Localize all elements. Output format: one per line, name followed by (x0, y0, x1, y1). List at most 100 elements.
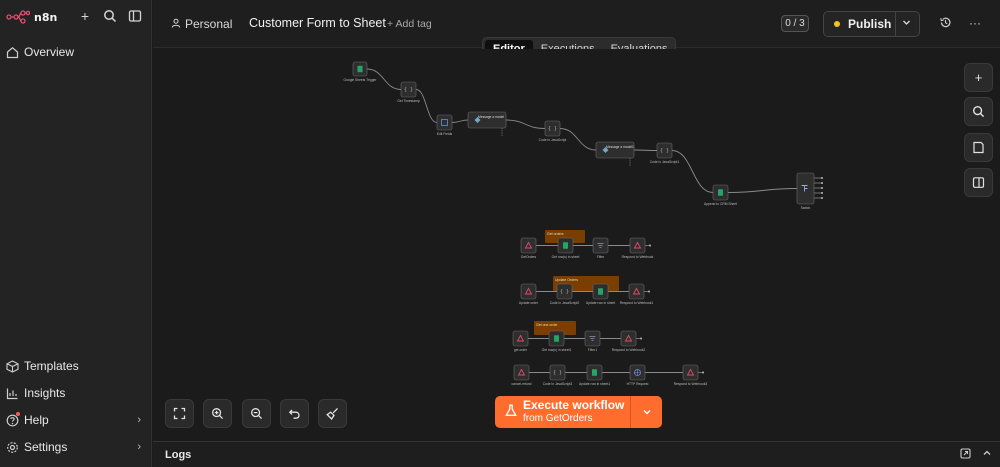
sidebar-item-overview[interactable]: Overview (5, 45, 145, 59)
workflow-node[interactable]: Google Sheets Trigger (344, 61, 378, 82)
sticky-title: Get one order (536, 323, 558, 327)
sheets-icon (554, 335, 559, 342)
workflow-node[interactable]: HTTP Request (627, 364, 649, 386)
output-handle[interactable] (648, 290, 650, 293)
output-handle[interactable] (640, 337, 642, 340)
sidebar-item-label: Overview (24, 45, 75, 59)
node-label: Code in JavaScript1 (650, 160, 680, 164)
more-options-icon[interactable]: ··· (968, 16, 982, 30)
workflow-node[interactable]: { } Get Timestamp (397, 81, 420, 103)
workflow-node[interactable]: GetOrders (520, 237, 537, 259)
workflow-node[interactable]: Edit Fields (436, 114, 453, 136)
workflow-node[interactable]: Update row in sheet1 (579, 364, 610, 386)
execute-workflow-button[interactable]: Execute workflow from GetOrders (495, 396, 662, 428)
workflow-node[interactable]: Respond to Webhook2 (612, 330, 646, 352)
add-tag-button[interactable]: + Add tag (387, 18, 432, 30)
panel-icon (972, 177, 985, 188)
workflow-node[interactable]: get order (512, 330, 529, 352)
code-icon: { } (548, 126, 557, 132)
sheets-icon (718, 189, 723, 196)
workflow-title[interactable]: Customer Form to Sheet (249, 16, 386, 30)
output-handle[interactable] (821, 187, 823, 189)
node-inline-label: Message a model1 (606, 145, 634, 149)
node-label: Update row in sheet1 (579, 382, 610, 386)
popout-icon[interactable] (960, 448, 971, 462)
brand[interactable]: n8n (6, 8, 57, 26)
sidebar: n8n + Overview Templates Insights Help ›… (0, 0, 152, 467)
tidy-up-button[interactable] (318, 399, 347, 428)
workflow-node[interactable]: Respond to Webhook (622, 237, 654, 259)
output-handle[interactable] (821, 197, 823, 199)
workflow-node[interactable]: Message a model (467, 111, 507, 129)
workflow-node[interactable]: Update order (519, 283, 539, 305)
chevron-down-icon[interactable] (902, 18, 911, 30)
workflow-node[interactable]: Filter1 (584, 330, 601, 352)
publish-button[interactable]: Publish (823, 11, 920, 37)
publish-separator (895, 12, 896, 36)
version-counter-badge[interactable]: 0 / 3 (781, 15, 809, 32)
node-label: Get Timestamp (397, 99, 420, 103)
sticky-note-button[interactable] (964, 133, 993, 162)
history-icon[interactable] (938, 16, 952, 30)
sidebar-item-settings[interactable]: Settings › (5, 440, 145, 454)
brand-name: n8n (34, 10, 58, 24)
output-handle[interactable] (821, 182, 823, 184)
breadcrumb-project[interactable]: Personal (171, 17, 232, 31)
zoom-in-button[interactable] (203, 399, 232, 428)
workflow-graph[interactable]: Get orders Update Orders Get one order Goog… (153, 49, 1000, 441)
output-handle[interactable] (821, 192, 823, 194)
node-label: GetOrders (521, 255, 537, 259)
workflow-node[interactable]: cancel-refund (512, 364, 532, 386)
workflow-node[interactable]: Switch (796, 172, 815, 210)
code-icon: { } (660, 148, 669, 154)
sidebar-item-templates[interactable]: Templates (5, 359, 145, 373)
workflow-node[interactable]: Append to CRM Sheet (704, 184, 737, 206)
toggle-panel-button[interactable] (964, 168, 993, 197)
fit-view-button[interactable] (165, 399, 194, 428)
workflow-node[interactable]: Filter (592, 237, 609, 259)
sheets-icon (563, 242, 568, 249)
connection-line[interactable] (451, 119, 469, 123)
chevron-up-icon[interactable] (982, 448, 992, 461)
sheets-icon (357, 65, 363, 73)
connection-line[interactable] (727, 188, 798, 193)
node-label: Filter (597, 255, 605, 259)
undo-button[interactable] (280, 399, 309, 428)
help-icon (5, 412, 20, 427)
flask-icon (505, 404, 517, 420)
workflow-node[interactable]: Respond to Webhook3 (674, 364, 708, 386)
output-handle[interactable] (821, 177, 823, 179)
node-label: cancel-refund (512, 382, 532, 386)
connection-line[interactable] (633, 149, 658, 151)
search-nodes-button[interactable] (964, 97, 993, 126)
sidebar-item-insights[interactable]: Insights (5, 386, 145, 400)
plus-icon[interactable]: + (78, 9, 92, 23)
chevron-down-icon[interactable] (631, 396, 662, 428)
search-icon (972, 105, 985, 118)
gear-icon (5, 440, 19, 454)
workflow-node[interactable]: { } Code in JavaScript1 (650, 142, 680, 164)
node-label: Update row in sheet (586, 301, 615, 305)
connection-line[interactable] (505, 119, 546, 129)
app-window: n8n + Overview Templates Insights Help ›… (0, 0, 1000, 467)
undo-icon (288, 409, 300, 419)
execute-main[interactable]: Execute workflow from GetOrders (495, 396, 630, 428)
workflow-node[interactable]: { } Code in JavaScript3 (543, 364, 573, 386)
add-node-button[interactable]: + (964, 63, 993, 92)
connection-line[interactable] (671, 150, 714, 193)
fit-view-icon (173, 407, 186, 420)
workflow-canvas[interactable]: Get orders Update Orders Get one order Goog… (153, 49, 1000, 441)
zoom-in-icon (212, 408, 224, 420)
sticky-title: Get orders (547, 232, 564, 236)
sidebar-toggle-icon[interactable] (128, 9, 142, 23)
workflow-node[interactable]: { } Code in JavaScript (539, 120, 567, 142)
zoom-out-button[interactable] (242, 399, 271, 428)
search-icon[interactable] (103, 9, 117, 23)
output-handle[interactable] (649, 244, 651, 247)
sidebar-item-help[interactable]: Help › (5, 412, 145, 427)
output-handle[interactable] (702, 371, 704, 374)
logs-panel[interactable]: Logs (153, 441, 1000, 467)
workflow-node[interactable]: Message a model1 (595, 141, 635, 159)
connection-line[interactable] (415, 89, 438, 123)
workflow-node[interactable]: Respond to Webhook1 (620, 283, 654, 305)
